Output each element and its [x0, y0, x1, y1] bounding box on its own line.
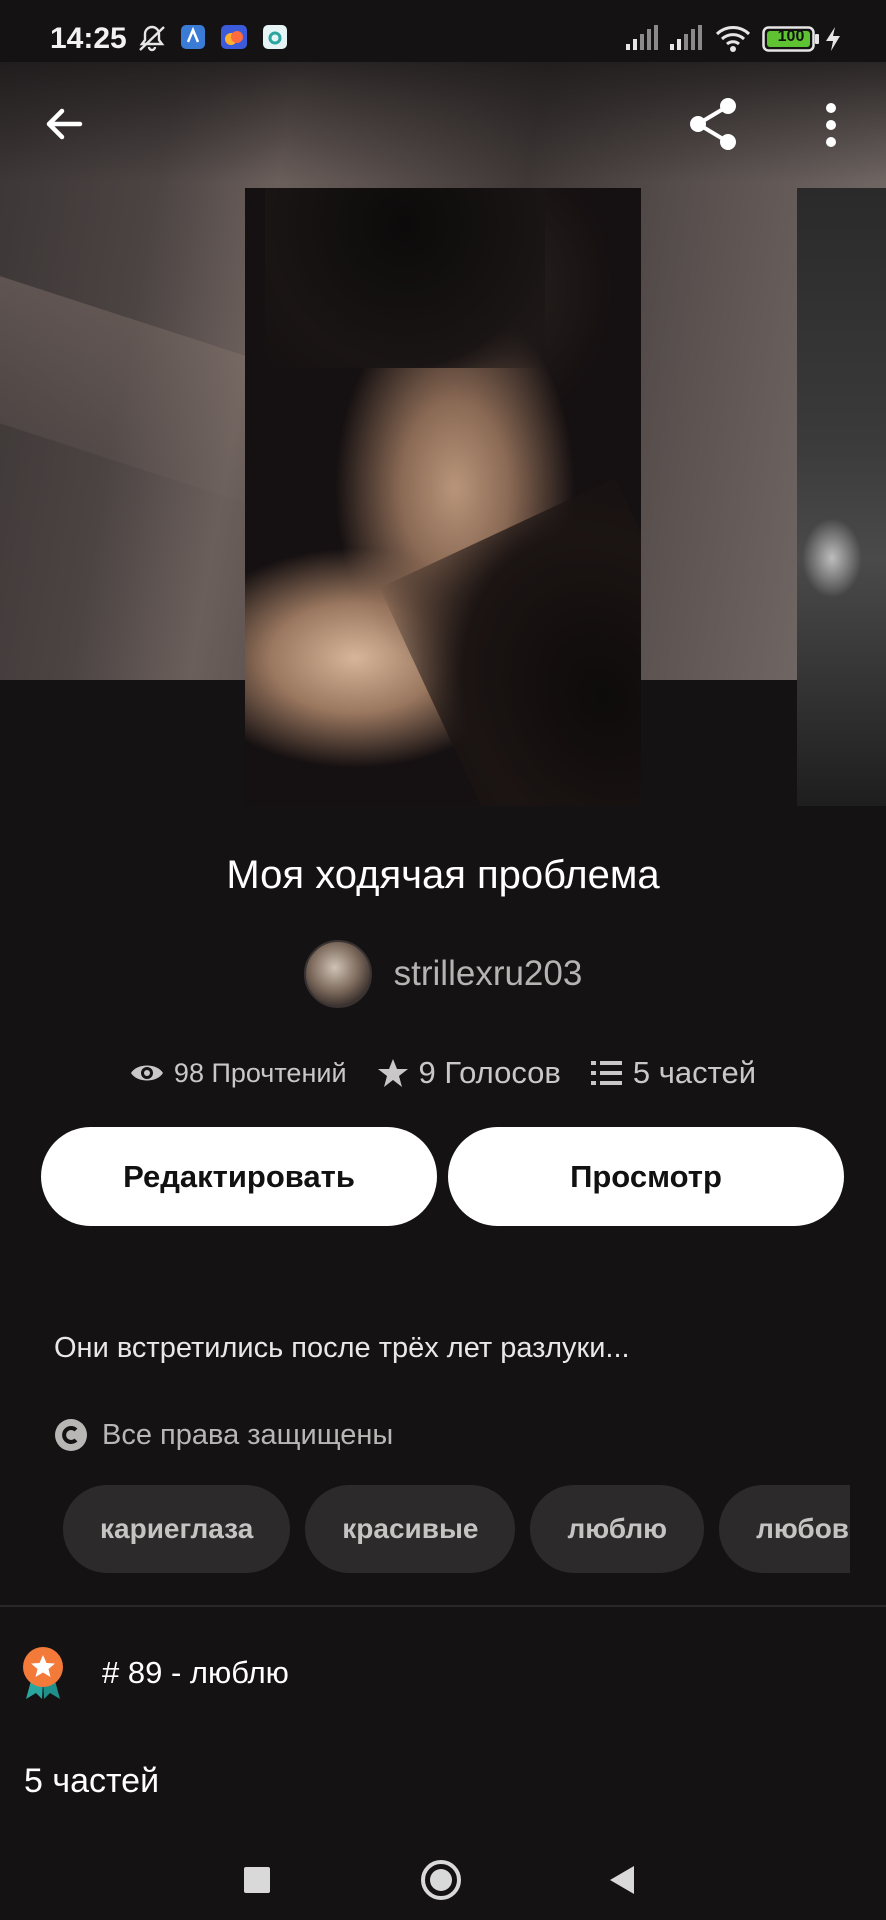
ranking-text: # 89 - люблю	[102, 1655, 289, 1690]
signal-icon	[624, 24, 660, 57]
edit-button[interactable]: Редактировать	[41, 1127, 437, 1226]
reads-count: 98 Прочтений	[173, 1057, 347, 1088]
tag-chip[interactable]: красивые	[305, 1485, 516, 1573]
square-icon	[244, 1867, 270, 1893]
ranking-row[interactable]: # 89 - люблю	[20, 1645, 289, 1701]
more-options-button[interactable]	[820, 102, 842, 153]
copyright-text: Все права защищены	[102, 1418, 394, 1451]
votes-count: 9 Голосов	[418, 1055, 561, 1090]
more-vert-icon	[826, 103, 836, 147]
avatar[interactable]	[303, 940, 372, 1008]
parts-section-heading: 5 частей	[24, 1762, 160, 1800]
parts-count: 5 частей	[632, 1055, 757, 1090]
wifi-icon	[714, 24, 752, 59]
tag-chip[interactable]: кариеглаза	[63, 1485, 291, 1573]
copyright-row: Все права защищены	[54, 1418, 393, 1452]
star-icon	[377, 1059, 408, 1087]
divider	[0, 1605, 886, 1607]
back-button[interactable]	[40, 100, 88, 153]
triangle-back-icon	[610, 1866, 634, 1894]
action-buttons: Редактировать Просмотр	[41, 1127, 845, 1227]
next-story-cover-image[interactable]	[797, 188, 886, 806]
status-bar: 14:25 100	[0, 0, 886, 62]
home-button[interactable]	[420, 1859, 462, 1906]
signal-icon	[668, 24, 704, 57]
stats-row: 98 Прочтений 9 Голосов 5 частей	[0, 1050, 886, 1096]
story-description: Они встретились после трёх лет разлуки..…	[54, 1332, 630, 1364]
share-button[interactable]	[686, 96, 742, 157]
app-icon	[180, 24, 206, 55]
reads-stat: 98 Прочтений	[130, 1058, 347, 1089]
status-time: 14:25	[50, 22, 127, 55]
story-cover-image[interactable]	[245, 188, 641, 806]
copyright-icon	[55, 1419, 87, 1451]
back-nav-button[interactable]	[608, 1864, 636, 1901]
battery-level: 100	[777, 28, 805, 45]
votes-stat: 9 Голосов	[377, 1055, 561, 1091]
circle-home-icon	[421, 1860, 461, 1900]
tag-chip[interactable]: любовь	[719, 1485, 850, 1573]
author-row[interactable]: strillexru203	[0, 938, 886, 1010]
share-icon	[690, 98, 736, 150]
story-title: Моя ходячая проблема	[226, 853, 660, 897]
cloud-icon	[220, 24, 248, 55]
tags-list: кариеглазакрасивыелюблюлюбовь	[63, 1485, 850, 1575]
eye-icon	[130, 1065, 163, 1081]
system-navigation-bar	[0, 1830, 886, 1920]
charging-icon	[824, 26, 842, 57]
ranking-badge-icon	[23, 1647, 63, 1699]
back-arrow-icon	[46, 108, 83, 140]
preview-button[interactable]: Просмотр	[448, 1127, 844, 1226]
tag-chip[interactable]: люблю	[530, 1485, 705, 1573]
mute-icon	[136, 24, 168, 59]
app-icon	[262, 24, 288, 55]
recents-button[interactable]	[243, 1866, 271, 1899]
list-icon	[590, 1061, 622, 1085]
parts-stat: 5 частей	[590, 1055, 757, 1091]
author-name[interactable]: strillexru203	[394, 954, 583, 994]
